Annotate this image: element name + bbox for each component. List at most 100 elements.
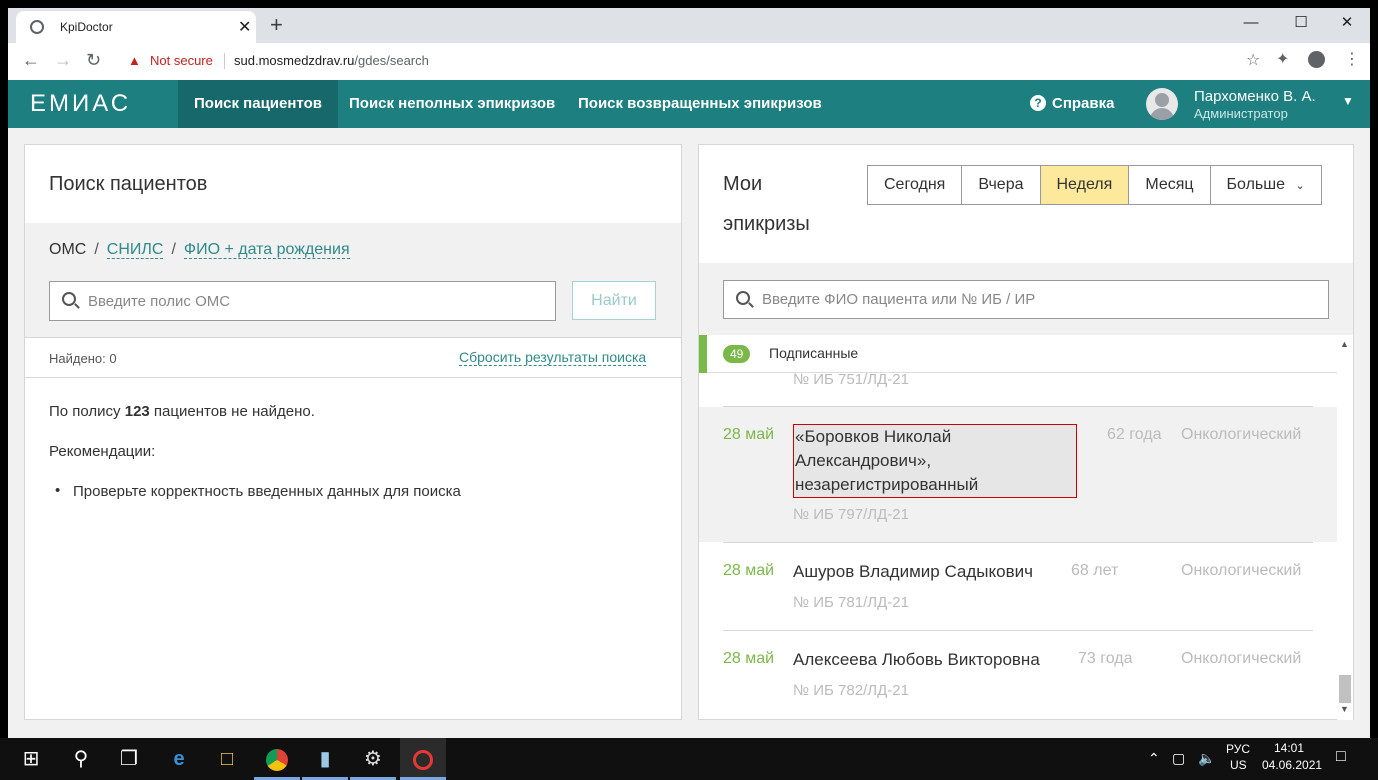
mode-fio-dob-link[interactable]: ФИО + дата рождения (183, 241, 350, 259)
mode-oms: ОМС (49, 241, 87, 258)
oms-input[interactable] (88, 282, 548, 320)
security-status[interactable]: Not secure (150, 53, 213, 68)
msg-prefix: По полису (49, 403, 125, 420)
profile-icon[interactable] (1308, 51, 1325, 68)
address-bar[interactable]: ▲ Not secure sud.mosmedzdrav.ru/gdes/sea… (120, 47, 1280, 75)
group-status-bar (699, 335, 707, 373)
mode-snils-link[interactable]: СНИЛС (106, 241, 164, 259)
scroll-down-icon[interactable]: ▼ (1340, 704, 1349, 714)
app-icon[interactable]: ▮ (302, 738, 348, 780)
row-patient-name[interactable]: «Боровков Николай Александрович», незаре… (793, 424, 1077, 498)
patient-search-panel: Поиск пациентов ОМС / СНИЛС / ФИО + дата рож… (24, 144, 682, 720)
reload-icon[interactable]: ↻ (86, 50, 101, 71)
ie-icon[interactable]: e (156, 738, 202, 780)
period-more-dropdown[interactable]: Больше ⌄ (1211, 166, 1321, 204)
period-selector: Сегодня Вчера Неделя Месяц Больше ⌄ (867, 165, 1322, 205)
period-more-label: Больше (1226, 176, 1285, 193)
row-age: 73 года (1078, 650, 1133, 667)
chrome-icon[interactable] (254, 738, 300, 780)
bullet-icon: • (55, 482, 61, 499)
browser-tab[interactable]: KpiDoctor ✕ (16, 11, 256, 43)
nav-incomplete-epicrisis[interactable]: Поиск неполных эпикризов (333, 80, 571, 128)
avatar[interactable] (1146, 88, 1178, 120)
windows-start-icon[interactable]: ⊞ (8, 738, 54, 780)
emias-logo[interactable]: ЕМИАС (30, 90, 131, 118)
tray-chevron-icon[interactable]: ⌃ (1148, 750, 1160, 767)
volume-icon[interactable]: 🔈 (1198, 750, 1215, 767)
partial-ib-number: № ИБ 751/ЛД-21 (793, 371, 909, 388)
row-patient-name[interactable]: Ашуров Владимир Садыкович (793, 560, 1033, 584)
back-arrow-icon[interactable]: ← (22, 50, 40, 71)
list-scrollbar[interactable]: ▲ ▼ (1337, 335, 1353, 720)
bookmark-star-icon[interactable]: ☆ (1246, 50, 1260, 70)
menu-kebab-icon[interactable]: ⋮ (1344, 49, 1360, 69)
period-week[interactable]: Неделя (1040, 166, 1130, 204)
tab-close-icon[interactable]: ✕ (238, 17, 251, 37)
url-text[interactable]: sud.mosmedzdrav.ru/gdes/search (234, 53, 429, 68)
clock-time[interactable]: 14:01 (1274, 741, 1304, 755)
maximize-button[interactable]: ☐ (1278, 8, 1324, 38)
language-indicator[interactable]: РУС (1226, 742, 1250, 756)
clock-date[interactable]: 04.06.2021 (1262, 758, 1322, 772)
user-role: Администратор (1194, 106, 1288, 121)
not-found-message: По полису 123 пациентов не найдено. (49, 403, 315, 420)
notifications-icon[interactable]: □ (1336, 748, 1346, 766)
patient-search-field[interactable] (723, 280, 1329, 319)
chevron-down-icon[interactable]: ▼ (1342, 94, 1354, 108)
period-month[interactable]: Месяц (1129, 166, 1211, 204)
forward-arrow-icon[interactable]: → (54, 50, 72, 71)
file-explorer-icon[interactable]: □ (204, 738, 250, 780)
help-link[interactable]: ? Справка (1030, 95, 1114, 112)
row-date: 28 май (723, 562, 775, 579)
patient-search-input[interactable] (762, 281, 1322, 318)
epicrisis-row[interactable]: 28 май «Боровков Николай Александрович»,… (723, 424, 1313, 526)
my-epicrisis-panel: Мои эпикризы Сегодня Вчера Неделя Месяц … (698, 144, 1354, 720)
help-label: Справка (1052, 95, 1115, 112)
panel-title-line2: эпикризы (723, 213, 810, 235)
panel-title: Поиск пациентов (49, 173, 208, 195)
row-date: 28 май (723, 650, 775, 667)
recorder-app-icon[interactable] (400, 738, 446, 780)
row-patient-name[interactable]: Алексеева Любовь Викторовна (793, 648, 1040, 672)
recommendation-text: Проверьте корректность введенных данных … (73, 483, 461, 500)
oms-search-field[interactable] (49, 281, 556, 321)
scroll-thumb[interactable] (1339, 675, 1351, 703)
scroll-up-icon[interactable]: ▲ (1340, 339, 1349, 349)
reset-results-link[interactable]: Сбросить результаты поиска (459, 349, 647, 366)
row-date: 28 май (723, 426, 775, 443)
task-view-icon[interactable]: ❐ (106, 738, 152, 780)
epicrisis-row[interactable]: 28 май Алексеева Любовь Викторовна 73 го… (723, 650, 1313, 720)
search-icon[interactable]: ⚲ (58, 738, 104, 780)
address-divider (224, 53, 225, 69)
nav-returned-epicrisis[interactable]: Поиск возвращенных эпикризов (562, 80, 838, 128)
search-icon (736, 291, 750, 305)
app-page: ЕМИАС Поиск пациентов Поиск неполных эпи… (8, 80, 1370, 738)
tab-strip: KpiDoctor ✕ + — ☐ ✕ (8, 8, 1370, 43)
row-department: Онкологический (1181, 426, 1302, 443)
signed-group-header[interactable]: 49 Подписанные (699, 335, 1337, 373)
group-label: Подписанные (769, 345, 859, 361)
minimize-button[interactable]: — (1228, 8, 1274, 38)
new-tab-button[interactable]: + (270, 12, 283, 38)
user-name[interactable]: Пархоменко В. А. (1194, 88, 1316, 105)
row-ib-number: № ИБ 782/ЛД-21 (793, 682, 909, 699)
settings-gear-icon[interactable]: ⚙ (350, 738, 396, 780)
close-window-button[interactable]: ✕ (1324, 8, 1370, 38)
divider (25, 337, 681, 338)
warning-icon: ▲ (128, 53, 141, 68)
recommendation-item: • Проверьте корректность введенных данных… (55, 482, 461, 500)
row-ib-number: № ИБ 781/ЛД-21 (793, 594, 909, 611)
found-count: Найдено: 0 (49, 351, 117, 366)
nav-patient-search[interactable]: Поиск пациентов (178, 80, 338, 128)
windows-taskbar: ⊞ ⚲ ❐ e □ ▮ ⚙ ⌃ ▢ 🔈 РУС US 14:01 04.06.2… (0, 738, 1378, 780)
crumb-separator: / (94, 241, 99, 258)
find-button[interactable]: Найти (572, 281, 656, 320)
chevron-down-icon: ⌄ (1295, 180, 1305, 192)
period-yesterday[interactable]: Вчера (962, 166, 1041, 204)
keyboard-layout[interactable]: US (1230, 758, 1247, 772)
period-today[interactable]: Сегодня (868, 166, 963, 204)
msg-policy: 123 (124, 403, 150, 420)
network-icon[interactable]: ▢ (1172, 750, 1185, 767)
epicrisis-row[interactable]: 28 май Ашуров Владимир Садыкович 68 лет … (723, 562, 1313, 632)
extensions-puzzle-icon[interactable]: ✦ (1276, 49, 1289, 69)
